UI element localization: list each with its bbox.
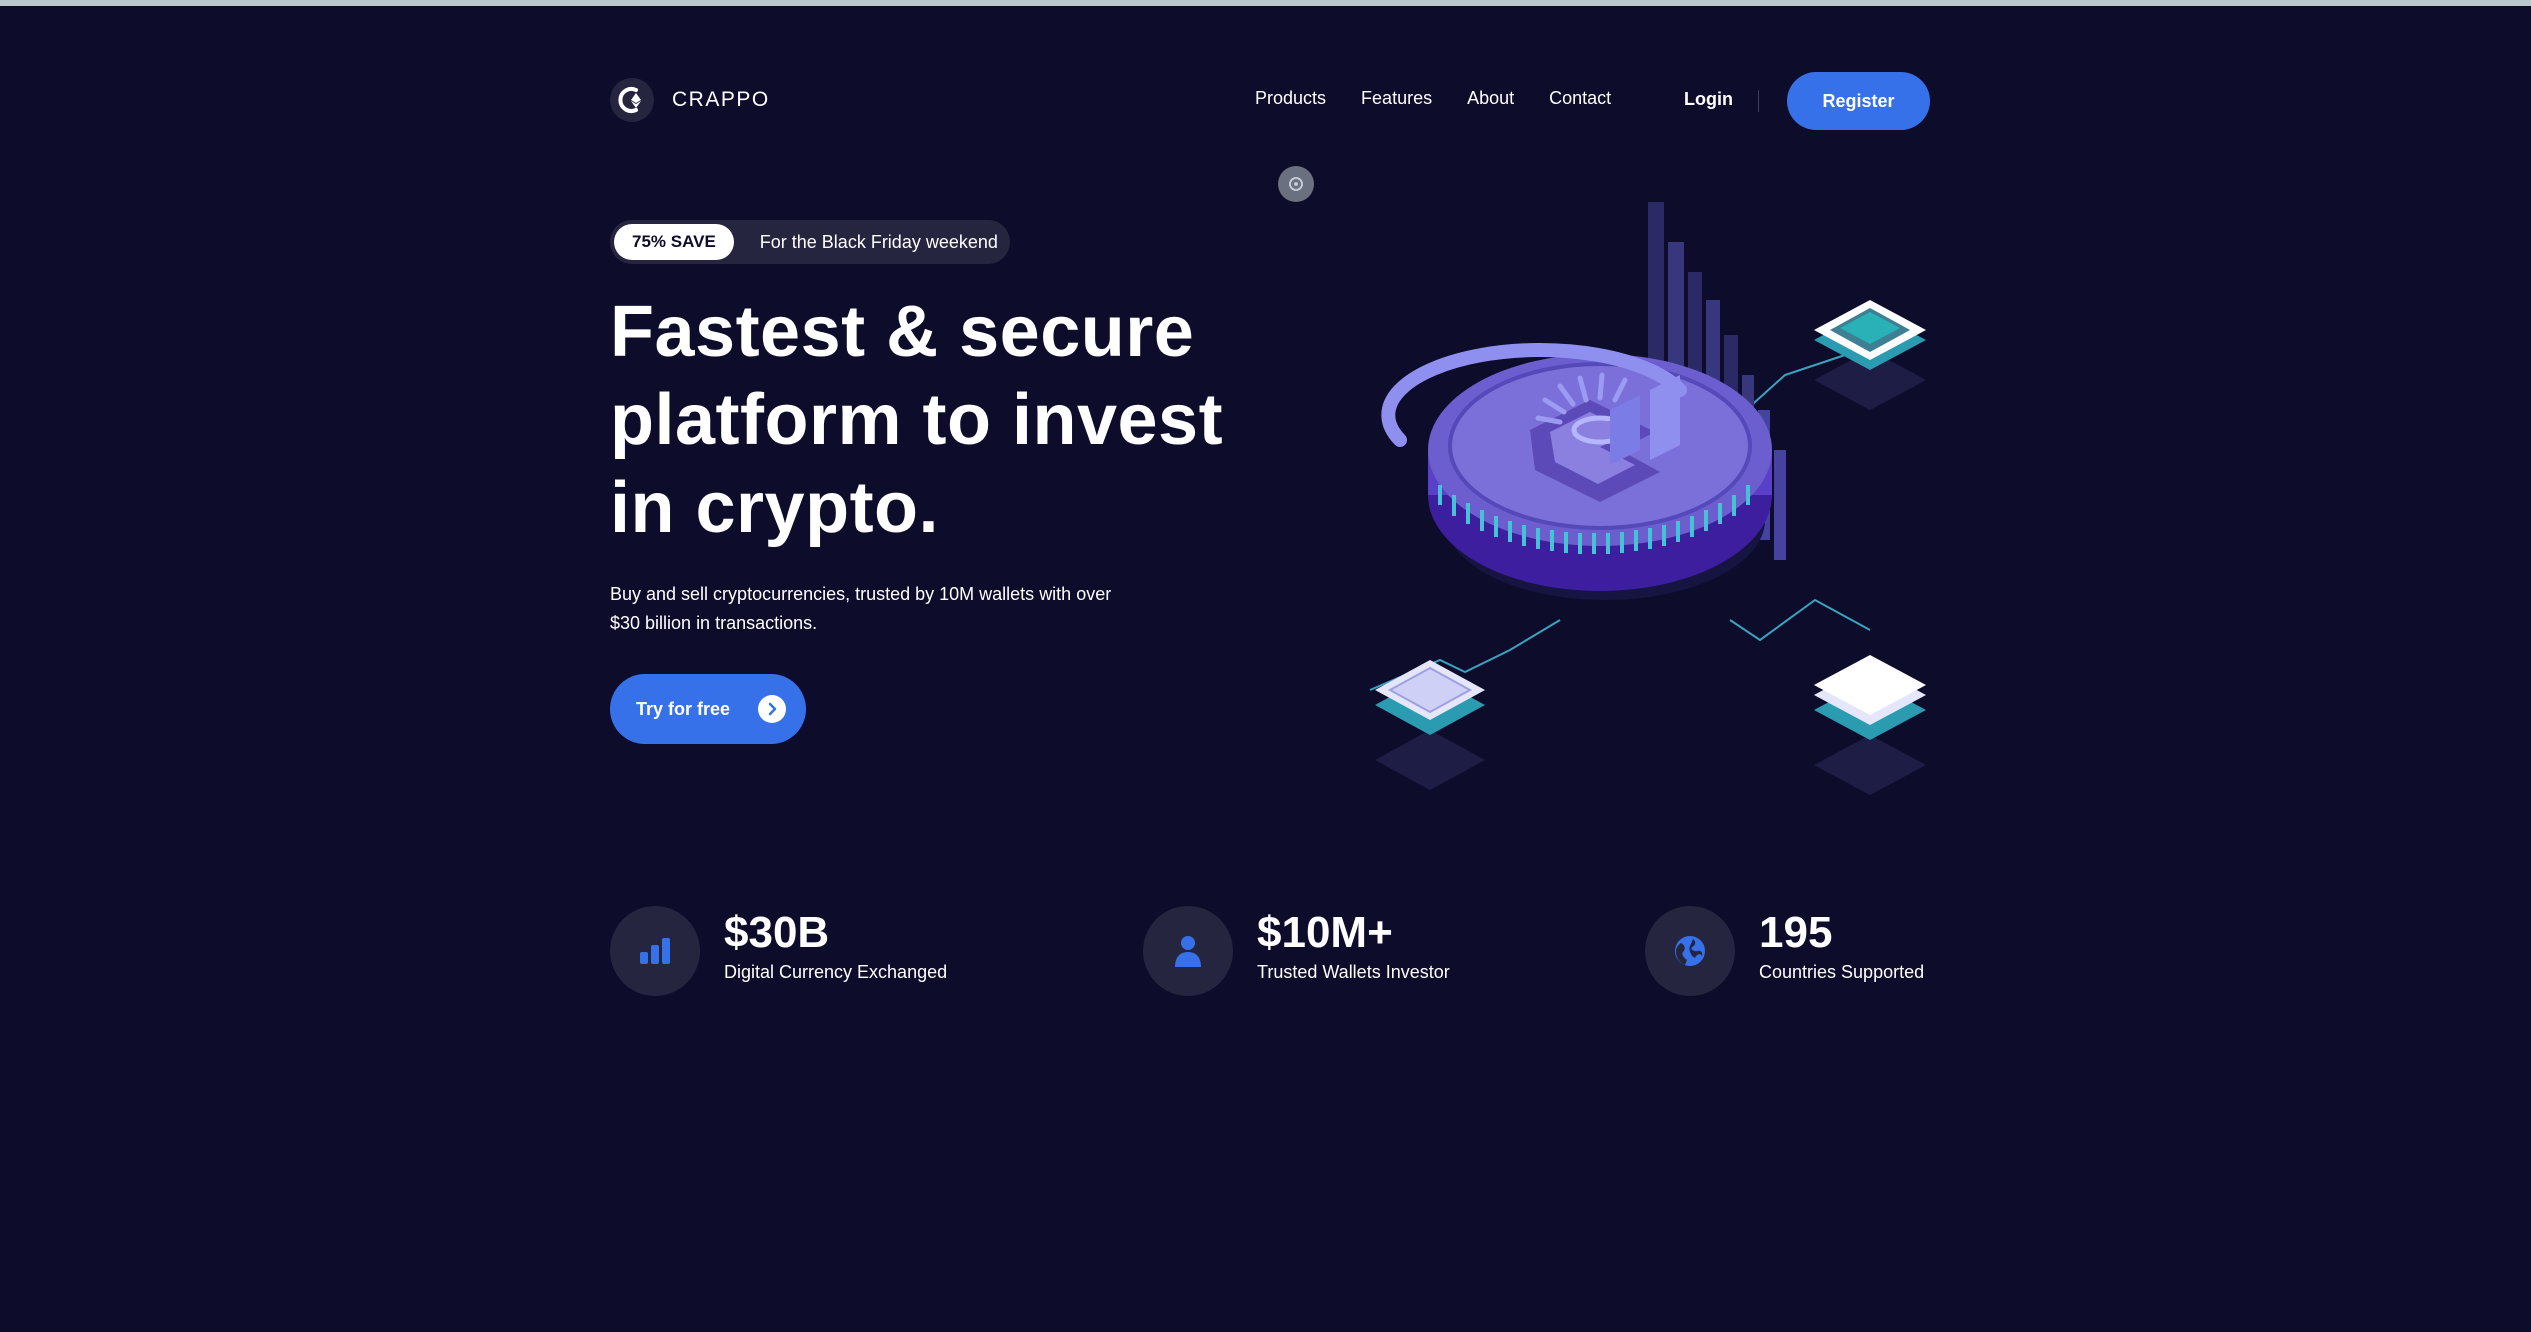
brand-logo[interactable]: CRAPPO xyxy=(610,78,770,122)
headline-line-1: Fastest & secure xyxy=(610,292,1195,372)
stat-label: Digital Currency Exchanged xyxy=(724,962,948,982)
try-for-free-button[interactable]: Try for free xyxy=(610,674,806,744)
nav-link-about[interactable]: About xyxy=(1467,88,1514,109)
stat-label: Trusted Wallets Investor xyxy=(1257,962,1450,982)
promo-pill: 75% SAVE For the Black Friday weekend xyxy=(610,220,1010,264)
user-icon xyxy=(1143,906,1233,996)
stat-value: 195 xyxy=(1759,908,1833,957)
scan-icon[interactable] xyxy=(1278,166,1314,202)
stat-label: Countries Supported xyxy=(1759,962,1925,982)
hero-headline: Fastest & secure platform to invest in c… xyxy=(610,288,1310,552)
stat-volume: $30B Digital Currency Exchanged xyxy=(610,906,990,996)
promo-text: For the Black Friday weekend xyxy=(759,231,998,252)
nav-link-products[interactable]: Products xyxy=(1255,88,1326,109)
stat-wallets: $10M+ Trusted Wallets Investor xyxy=(1143,906,1523,996)
nav-link-features[interactable]: Features xyxy=(1361,88,1432,109)
page: CRAPPO Products Features About Contact L… xyxy=(610,0,1930,1332)
nav-divider xyxy=(1758,90,1759,112)
nav-link-contact[interactable]: Contact xyxy=(1549,88,1611,109)
bar-chart-icon xyxy=(610,906,700,996)
chevron-right-icon xyxy=(758,695,786,723)
stat-value: $30B xyxy=(724,908,830,957)
globe-icon xyxy=(1645,906,1735,996)
brand-name: CRAPPO xyxy=(672,88,770,111)
crappo-logo-icon xyxy=(610,78,654,122)
stat-countries: 195 Countries Supported xyxy=(1645,906,1930,996)
stat-value: $10M+ xyxy=(1257,908,1393,957)
hero-subtext: Buy and sell cryptocurrencies, trusted b… xyxy=(610,584,1112,633)
crypto-coin-illustration xyxy=(1260,160,1940,820)
navbar: CRAPPO Products Features About Contact L… xyxy=(610,72,1930,130)
register-button[interactable]: Register xyxy=(1787,72,1930,130)
cta-label: Try for free xyxy=(636,698,731,719)
login-link[interactable]: Login xyxy=(1684,89,1733,110)
headline-line-2: platform to invest xyxy=(610,380,1224,460)
headline-line-3: in crypto. xyxy=(610,468,940,548)
promo-badge: 75% SAVE xyxy=(614,224,734,260)
nav-links: Products Features About Contact xyxy=(1255,88,1646,109)
